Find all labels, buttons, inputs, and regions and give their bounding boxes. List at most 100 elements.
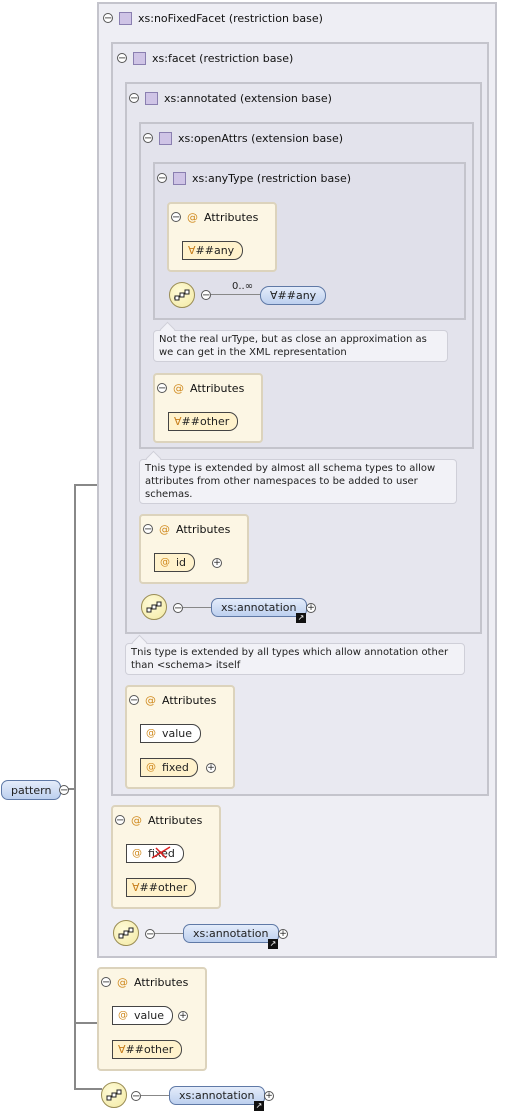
wildcard-icon: ∀ (118, 1043, 126, 1056)
sequence-icon (146, 601, 162, 613)
attribute-icon: @ (146, 728, 156, 739)
other-attribute-wildcard[interactable]: ∀##other (112, 1040, 183, 1059)
annotation-expand-toggle[interactable]: + (264, 1091, 274, 1101)
id-expand-toggle[interactable]: + (212, 558, 222, 568)
sequence-compositor-icon[interactable] (101, 1082, 127, 1108)
sequence-collapse-toggle[interactable]: − (145, 929, 155, 940)
reference-arrow-icon: ↗ (296, 613, 306, 623)
sequence-icon (174, 289, 190, 301)
anytype-header: − xs:anyType (restriction base) (157, 169, 351, 187)
annotated-attributes-box: − @ Attributes @ id + (139, 514, 249, 584)
attributes-header: − @ Attributes (101, 973, 188, 991)
wildcard-label: ∀##other (174, 415, 229, 428)
nofixedfacet-title: xs:noFixedFacet (restriction base) (138, 11, 323, 25)
root-branch-2 (74, 1022, 98, 1024)
anytype-documentation: Not the real urType, but as close an app… (153, 330, 448, 362)
sequence-connector (155, 933, 183, 934)
annotation-element[interactable]: xs:annotation (183, 924, 279, 943)
attribute-icon: @ (131, 813, 142, 827)
annotation-element[interactable]: xs:annotation (211, 598, 307, 617)
attributes-header: − @ Attributes (157, 379, 244, 397)
pattern-label: pattern (11, 783, 52, 797)
attribute-icon: @ (145, 693, 156, 707)
cardinality-label: 0..∞ (232, 281, 254, 292)
facet-attributes-box: − @ Attributes @ value @ fixed + (125, 685, 235, 789)
attribute-icon: @ (160, 557, 170, 568)
fixed-attribute[interactable]: @ fixed (140, 758, 198, 777)
openattrs-collapse-toggle[interactable]: − (143, 133, 153, 144)
wildcard-label: ∀##other (118, 1043, 173, 1056)
other-attribute-text: ##other (181, 415, 230, 428)
id-attribute[interactable]: @ id (154, 553, 196, 572)
attributes-label: Attributes (162, 693, 217, 707)
annotation-element-label: xs:annotation (179, 1089, 255, 1102)
value-attribute[interactable]: @ value (140, 724, 202, 743)
openattrs-documentation: This type is extended by almost all sche… (139, 459, 457, 504)
attributes-collapse-toggle[interactable]: − (171, 212, 181, 223)
sequence-collapse-toggle[interactable]: − (201, 290, 211, 301)
sequence-connector (141, 1095, 169, 1096)
sequence-compositor-icon[interactable] (141, 594, 167, 620)
attributes-collapse-toggle[interactable]: − (101, 977, 111, 988)
complex-type-icon (159, 131, 172, 145)
attribute-icon: @ (146, 762, 156, 773)
root-branch-1 (74, 484, 98, 486)
complex-type-icon (145, 91, 158, 105)
facet-title: xs:facet (restriction base) (152, 51, 294, 65)
attribute-icon: @ (118, 1010, 128, 1021)
complex-type-icon (119, 11, 132, 25)
sequence-icon (106, 1089, 122, 1101)
attributes-label: Attributes (190, 381, 245, 395)
attribute-icon: @ (117, 975, 128, 989)
sequence-collapse-toggle[interactable]: − (173, 603, 183, 614)
annotation-element-label: xs:annotation (221, 601, 297, 614)
annotation-element[interactable]: xs:annotation (169, 1086, 265, 1105)
anytype-title: xs:anyType (restriction base) (192, 171, 352, 185)
any-element-label: ∀##any (270, 289, 316, 302)
attribute-icon: @ (173, 381, 184, 395)
any-attribute-wildcard[interactable]: ∀##any (182, 241, 244, 260)
attributes-collapse-toggle[interactable]: − (115, 815, 125, 826)
wildcard-label: ∀##any (188, 244, 234, 257)
facet-collapse-toggle[interactable]: − (117, 53, 127, 64)
fixed-prohibited-attribute[interactable]: @ fixed (126, 844, 184, 863)
reference-arrow-icon: ↗ (268, 939, 278, 949)
pattern-collapse-toggle[interactable]: − (59, 785, 69, 796)
attributes-collapse-toggle[interactable]: − (143, 524, 153, 535)
anytype-collapse-toggle[interactable]: − (157, 173, 167, 184)
sequence-compositor-icon[interactable] (113, 920, 139, 946)
any-element-wildcard[interactable]: ∀##any (260, 286, 327, 305)
attributes-collapse-toggle[interactable]: − (157, 383, 167, 394)
other-attribute-wildcard[interactable]: ∀##other (168, 412, 239, 431)
any-element-text: ##any (277, 289, 317, 302)
annotated-collapse-toggle[interactable]: − (129, 93, 139, 104)
facet-header: − xs:facet (restriction base) (117, 49, 293, 67)
fixed-expand-toggle[interactable]: + (206, 763, 216, 773)
openattrs-attributes-box: − @ Attributes ∀##other (153, 373, 263, 443)
attributes-collapse-toggle[interactable]: − (129, 695, 139, 706)
other-attribute-text: ##other (125, 1043, 174, 1056)
value-attribute[interactable]: @ value (112, 1006, 174, 1025)
attribute-icon: @ (159, 522, 170, 536)
attributes-label: Attributes (176, 522, 231, 536)
annotation-expand-toggle[interactable]: + (306, 603, 316, 613)
openattrs-header: − xs:openAttrs (extension base) (143, 129, 343, 147)
sequence-collapse-toggle[interactable]: − (131, 1091, 141, 1102)
sequence-compositor-icon[interactable] (169, 282, 195, 308)
complex-type-icon (133, 51, 146, 65)
pattern-attributes-box: − @ Attributes @ value + ∀##other (97, 967, 207, 1071)
value-expand-toggle[interactable]: + (178, 1011, 188, 1021)
complex-type-icon (173, 171, 186, 185)
nofixedfacet-collapse-toggle[interactable]: − (103, 13, 113, 24)
fixed-attribute-label: fixed (162, 761, 189, 774)
annotated-note-text: This type is extended by all types which… (131, 647, 449, 671)
attributes-label: Attributes (134, 975, 189, 989)
wildcard-icon: ∀ (132, 881, 140, 894)
wildcard-label: ∀##other (132, 881, 187, 894)
pattern-element[interactable]: pattern (1, 780, 62, 800)
attribute-icon: @ (132, 848, 142, 859)
annotation-expand-toggle[interactable]: + (278, 929, 288, 939)
attributes-label: Attributes (148, 813, 203, 827)
other-attribute-wildcard[interactable]: ∀##other (126, 878, 197, 897)
root-connector (74, 484, 76, 1090)
